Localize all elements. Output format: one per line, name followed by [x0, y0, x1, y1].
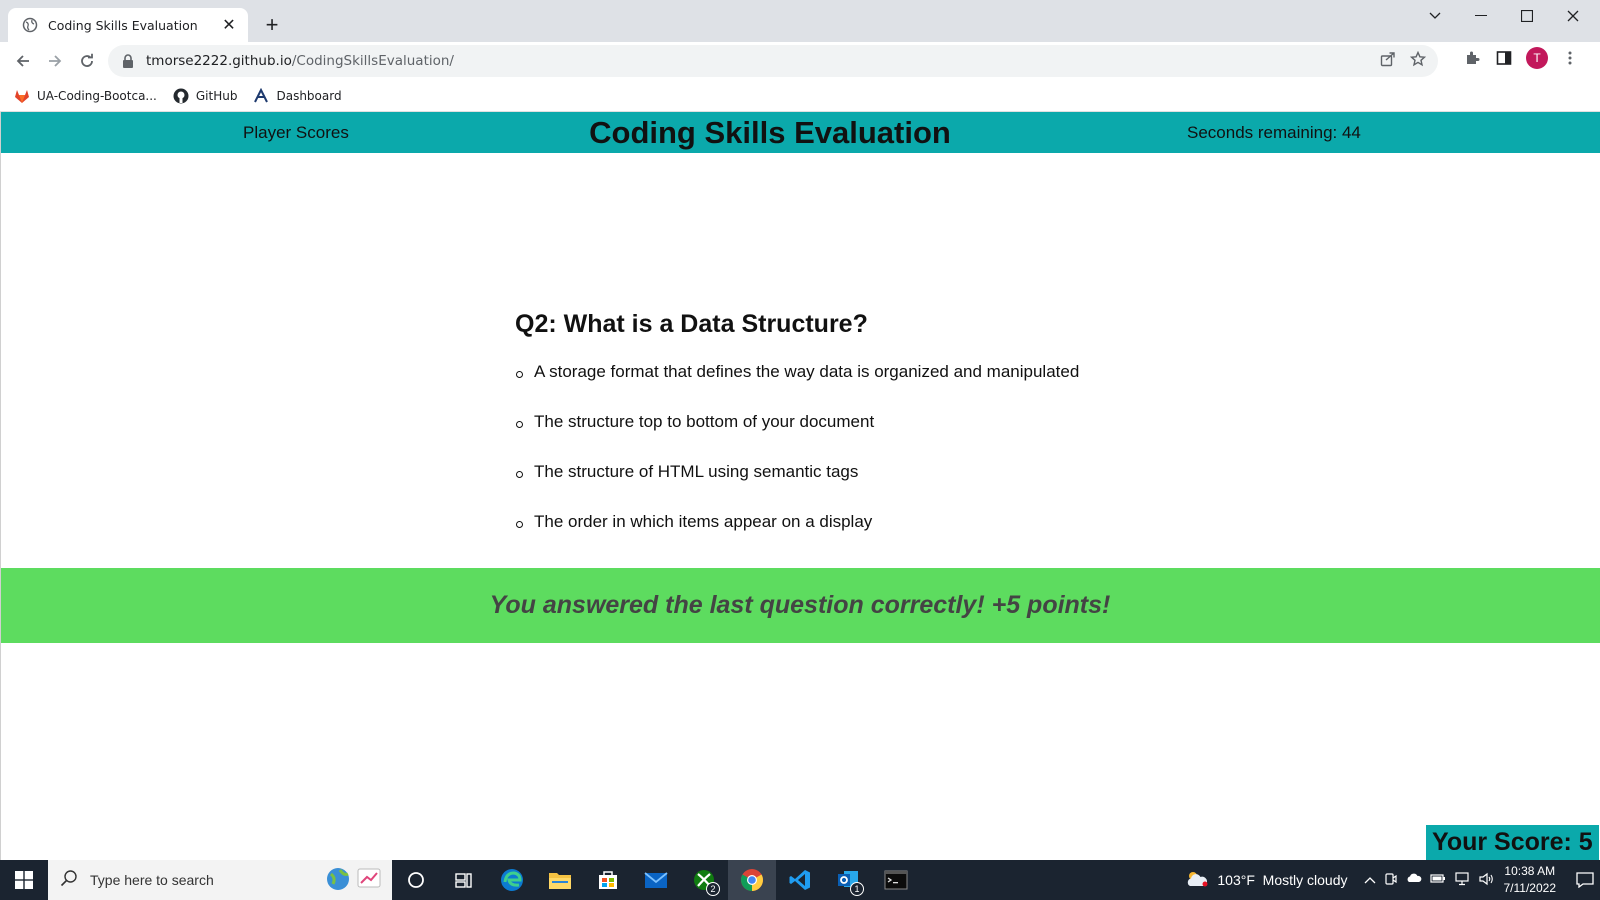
question-heading: Q2: What is a Data Structure? — [515, 310, 868, 338]
tab-title: Coding Skills Evaluation — [48, 17, 198, 33]
edge-icon[interactable] — [488, 860, 536, 900]
file-explorer-icon[interactable] — [536, 860, 584, 900]
address-bar[interactable]: tmorse2222.github.io/CodingSkillsEvaluat… — [108, 45, 1438, 77]
onedrive-icon[interactable] — [1406, 872, 1422, 889]
feedback-text: You answered the last question correctly… — [489, 591, 1111, 619]
browser-tab[interactable]: Coding Skills Evaluation ✕ — [8, 8, 248, 42]
battery-icon[interactable] — [1429, 872, 1446, 889]
microsoft-store-icon[interactable] — [584, 860, 632, 900]
forward-arrow-icon[interactable] — [39, 45, 71, 77]
bookmark-label: Dashboard — [276, 88, 342, 103]
xbox-badge: 2 — [706, 882, 720, 896]
bookmark-github[interactable]: GitHub — [173, 88, 238, 104]
score-badge: Your Score: 5 — [1426, 825, 1599, 860]
bookmarks-bar: UA-Coding-Bootca... GitHub Dashboard — [0, 80, 1600, 112]
windows-start-icon[interactable] — [0, 860, 48, 900]
bookmark-label: UA-Coding-Bootca... — [37, 88, 157, 103]
more-menu-icon[interactable] — [1560, 48, 1580, 68]
outlook-badge: 1 — [850, 882, 864, 896]
bookmark-ua-coding[interactable]: UA-Coding-Bootca... — [14, 88, 157, 104]
clock-time: 10:38 AM — [1504, 864, 1556, 878]
xbox-icon[interactable]: 2 — [680, 860, 728, 900]
windows-taskbar: Type here to search 2 1 103°F Mostly clo… — [0, 860, 1600, 900]
cortana-icon[interactable] — [392, 860, 440, 900]
url-text: tmorse2222.github.io/CodingSkillsEvaluat… — [146, 53, 454, 69]
side-panel-icon[interactable] — [1494, 48, 1514, 68]
reload-icon[interactable] — [71, 45, 103, 77]
browser-toolbar: tmorse2222.github.io/CodingSkillsEvaluat… — [0, 42, 1600, 80]
page-content: Player Scores Coding Skills Evaluation S… — [0, 112, 1600, 860]
extensions-icon[interactable] — [1462, 48, 1482, 68]
network-icon[interactable] — [1454, 871, 1470, 889]
url-path: /CodingSkillsEvaluation/ — [291, 53, 454, 69]
close-tab-icon[interactable]: ✕ — [220, 15, 238, 35]
system-clock[interactable]: 10:38 AM 7/11/2022 — [1504, 863, 1557, 897]
answer-option[interactable]: The structure of HTML using semantic tag… — [515, 462, 1079, 512]
meet-now-icon[interactable] — [1384, 872, 1398, 889]
vscode-icon[interactable] — [776, 860, 824, 900]
globe-icon — [22, 17, 38, 33]
taskbar-search[interactable]: Type here to search — [48, 860, 392, 900]
notification-icon[interactable] — [1570, 860, 1600, 900]
url-host: tmorse2222.github.io — [146, 53, 292, 69]
answer-option[interactable]: A storage format that defines the way da… — [515, 362, 1079, 412]
clock-date: 7/11/2022 — [1503, 881, 1557, 895]
bookmark-label: GitHub — [195, 88, 238, 103]
search-highlight-icon — [324, 864, 384, 897]
outlook-icon[interactable]: 1 — [824, 860, 872, 900]
maximize-icon[interactable] — [1504, 0, 1550, 32]
tray-icons — [1364, 871, 1494, 889]
lock-icon — [122, 54, 136, 68]
weather-widget[interactable]: 103°F Mostly cloudy — [1185, 869, 1348, 892]
system-tray: 103°F Mostly cloudy 10:38 AM 7/11/2022 — [1185, 860, 1600, 900]
task-view-icon[interactable] — [440, 860, 488, 900]
tab-strip: Coding Skills Evaluation ✕ + — [0, 0, 1600, 42]
gitlab-icon — [14, 88, 30, 104]
bookmark-dashboard[interactable]: Dashboard — [253, 87, 342, 104]
minimize-icon[interactable] — [1458, 0, 1504, 32]
chevron-up-icon[interactable] — [1364, 872, 1376, 889]
mail-icon[interactable] — [632, 860, 680, 900]
terminal-icon[interactable] — [872, 860, 920, 900]
timer-text: Seconds remaining: 44 — [1187, 123, 1361, 142]
feedback-banner: You answered the last question correctly… — [1, 568, 1600, 643]
weather-text: 103°F Mostly cloudy — [1217, 872, 1348, 888]
back-arrow-icon[interactable] — [7, 45, 39, 77]
search-icon — [60, 869, 78, 892]
bookmark-star-icon[interactable] — [1409, 50, 1427, 72]
answer-option[interactable]: The structure top to bottom of your docu… — [515, 412, 1079, 462]
cloudy-weather-icon — [1185, 869, 1209, 892]
profile-avatar[interactable]: T — [1526, 47, 1548, 69]
search-placeholder: Type here to search — [90, 872, 214, 888]
answer-list: A storage format that defines the way da… — [515, 362, 1079, 562]
tab-search-icon[interactable] — [1412, 0, 1458, 32]
github-icon — [173, 88, 189, 104]
chrome-icon[interactable] — [728, 860, 776, 900]
arizona-icon — [253, 87, 269, 104]
new-tab-button[interactable]: + — [260, 12, 284, 38]
share-icon[interactable] — [1380, 51, 1396, 72]
app-header: Player Scores Coding Skills Evaluation S… — [1, 112, 1600, 153]
volume-icon[interactable] — [1478, 872, 1494, 889]
close-window-icon[interactable] — [1550, 0, 1596, 32]
answer-option[interactable]: The order in which items appear on a dis… — [515, 512, 1079, 562]
